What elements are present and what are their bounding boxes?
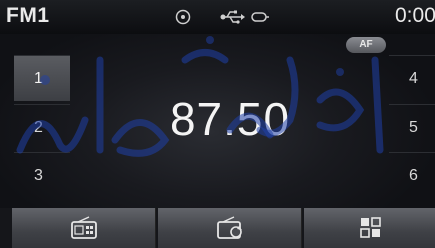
band-label: FM1 xyxy=(6,4,50,27)
af-button[interactable]: AF xyxy=(346,37,386,53)
tuner-area: AF 1 2 3 4 5 6 87.50 xyxy=(0,34,435,208)
radio-list-button[interactable] xyxy=(12,208,156,248)
frequency-display: 87.50 xyxy=(169,93,291,145)
preset-3-button[interactable]: 3 xyxy=(14,152,70,198)
radio-screen: FM1 0:00 AF 1 2 3 4 5 6 87.50 xyxy=(0,0,435,248)
preset-6-button[interactable]: 6 xyxy=(389,152,435,198)
clock: 0:00 xyxy=(395,4,435,27)
scan-button[interactable] xyxy=(158,208,302,248)
status-bar: FM1 0:00 xyxy=(0,0,435,34)
preset-1-button[interactable]: 1 xyxy=(14,55,70,101)
preset-2-button[interactable]: 2 xyxy=(14,104,70,150)
disc-icon xyxy=(175,9,191,25)
usb-icon xyxy=(220,10,245,24)
radio-list-icon xyxy=(71,216,97,239)
menu-button[interactable] xyxy=(304,208,435,248)
preset-5-button[interactable]: 5 xyxy=(389,104,435,150)
device-icon xyxy=(251,12,269,22)
scan-icon xyxy=(217,216,242,239)
bottom-toolbar xyxy=(0,208,435,248)
preset-4-button[interactable]: 4 xyxy=(389,55,435,101)
menu-grid-icon xyxy=(360,217,381,238)
